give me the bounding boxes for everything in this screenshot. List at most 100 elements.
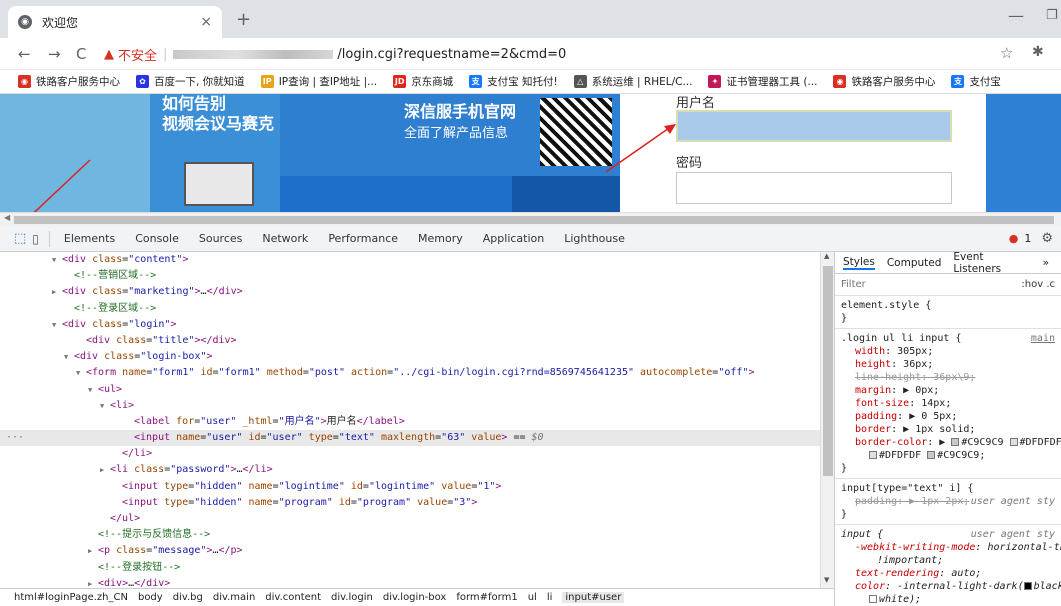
expand-arrow-icon[interactable]: ▶ — [88, 576, 98, 588]
bookmark-label: 京东商城 — [411, 76, 454, 88]
error-count[interactable]: 1 — [1024, 232, 1031, 245]
dom-node[interactable]: ▼ <ul> — [0, 382, 820, 398]
dom-node[interactable]: </ul> — [0, 511, 820, 527]
back-icon[interactable]: ← — [18, 44, 31, 64]
dom-node[interactable]: ▶ <div class="marketing">…</div> — [0, 284, 820, 300]
breadcrumb-item[interactable]: div.main — [213, 592, 255, 603]
scroll-up-icon[interactable]: ▲ — [824, 252, 829, 260]
breadcrumb-item[interactable]: ul — [528, 592, 537, 603]
new-tab-button[interactable]: + — [236, 10, 251, 30]
dom-node[interactable]: </li> — [0, 446, 820, 462]
page-horizontal-scrollbar[interactable]: ◀ — [0, 212, 1061, 226]
bookmark-item[interactable]: ✿ 百度一下, 你就知道 — [136, 74, 245, 89]
expand-arrow-icon[interactable]: ▼ — [100, 398, 110, 414]
devtools-tab-network[interactable]: Network — [262, 232, 308, 245]
error-icon[interactable]: ● — [1009, 232, 1019, 245]
hov-toggle[interactable]: :hov .c — [1021, 279, 1055, 290]
styles-tab[interactable]: Event Listeners — [953, 252, 1030, 275]
expand-arrow-icon[interactable]: ▼ — [52, 317, 62, 333]
input-type-text-rule[interactable]: input[type="text" i] {user agent sty pad… — [835, 479, 1061, 525]
dom-node[interactable]: ▼ <div class="content"> — [0, 252, 820, 268]
dom-node[interactable]: ▼ <form name="form1" id="form1" method="p… — [0, 365, 820, 381]
dom-node[interactable]: ▼ <div class="login-box"> — [0, 349, 820, 365]
breadcrumb-item[interactable]: html#loginPage.zh_CN — [14, 592, 128, 603]
address-bar[interactable]: ▲ 不安全 | /login.cgi?requestname=2&cmd=0 — [98, 41, 1008, 67]
reload-icon[interactable]: C — [76, 44, 86, 64]
devtools-tab-lighthouse[interactable]: Lighthouse — [564, 232, 625, 245]
dom-node[interactable]: <label for="user" _html="用户名">用户名</label… — [0, 414, 820, 430]
styles-tab[interactable]: Computed — [887, 257, 942, 269]
minimize-icon[interactable]: — — [1008, 6, 1024, 25]
input-ua-rule[interactable]: input {user agent sty -webkit-writing-mo… — [835, 525, 1061, 606]
dom-node[interactable]: ▼ <li> — [0, 398, 820, 414]
forward-icon[interactable]: → — [48, 44, 61, 64]
bookmark-item[interactable]: IP IP查询 | 查IP地址 |... — [260, 74, 378, 89]
bookmark-item[interactable]: 支支付宝 知托付! — [469, 74, 558, 89]
scroll-left-icon[interactable]: ◀ — [4, 213, 10, 222]
rule1-source-link[interactable]: main — [1031, 332, 1055, 345]
devtools-tab-sources[interactable]: Sources — [199, 232, 243, 245]
dom-node[interactable]: ▶ <div>…</div> — [0, 576, 820, 588]
expand-arrow-icon[interactable]: ▶ — [100, 462, 110, 478]
bookmark-item[interactable]: ◉ 铁路客户服务中心 — [833, 74, 935, 89]
dom-node[interactable]: <input type="hidden" name="logintime" id… — [0, 479, 820, 495]
breadcrumb-item[interactable]: form#form1 — [456, 592, 517, 603]
dom-node[interactable]: ▼ <div class="login"> — [0, 317, 820, 333]
devtools-tab-performance[interactable]: Performance — [328, 232, 398, 245]
breadcrumb-item[interactable]: body — [138, 592, 163, 603]
breadcrumb-item[interactable]: li — [547, 592, 553, 603]
close-tab-icon[interactable]: × — [200, 14, 212, 30]
bookmark-item[interactable]: ✦ 证书管理器工具 (... — [708, 74, 817, 89]
bookmark-item[interactable]: △ 系统运维 | RHEL/C... — [573, 74, 692, 89]
expand-arrow-icon[interactable]: ▶ — [88, 543, 98, 559]
inspect-element-icon[interactable]: ⬚ — [14, 231, 26, 246]
bookmark-item[interactable]: JD 京东商城 — [393, 74, 453, 89]
dom-node-selected[interactable]: ··· <input name="user" id="user" type="te… — [0, 430, 820, 447]
settings-gear-icon[interactable]: ⚙ — [1041, 231, 1053, 246]
styles-filter-row[interactable]: Filter :hov .c — [835, 274, 1061, 296]
element-style-rule[interactable]: element.style { } — [835, 296, 1061, 329]
breadcrumb-item[interactable]: input#user — [562, 592, 625, 603]
expand-arrow-icon[interactable]: ▶ — [52, 284, 62, 300]
bookmark-label: IP查询 | 查IP地址 |... — [278, 76, 378, 88]
breadcrumb-item[interactable]: div.content — [265, 592, 321, 603]
browser-tab[interactable]: ◉ 欢迎您 × — [8, 6, 222, 38]
styles-tab[interactable]: » — [1043, 257, 1049, 269]
devtools-tab-application[interactable]: Application — [483, 232, 544, 245]
dom-node[interactable]: <input type="hidden" name="program" id="… — [0, 495, 820, 511]
expand-arrow-icon[interactable]: ▼ — [76, 365, 86, 381]
styles-filter-input[interactable]: Filter — [841, 279, 866, 290]
dom-node[interactable]: ▶ <p class="message">…</p> — [0, 543, 820, 559]
bookmark-star-icon[interactable]: ☆ — [1000, 44, 1013, 62]
more-options-icon[interactable]: ··· — [6, 430, 24, 446]
expand-arrow-icon[interactable]: ▼ — [64, 349, 74, 365]
dom-node-markup: <div class="title"></div> — [86, 334, 237, 346]
maximize-icon[interactable]: ❐ — [1046, 8, 1058, 23]
breadcrumb-item[interactable]: div.login — [331, 592, 373, 603]
device-toolbar-icon[interactable]: ▯ — [32, 232, 39, 246]
breadcrumb-item[interactable]: div.login-box — [383, 592, 447, 603]
insecure-label[interactable]: 不安全 — [118, 45, 157, 64]
login-input-rule[interactable]: .login ul li input {main width: 305px; h… — [835, 329, 1061, 479]
extensions-icon[interactable]: ✱ — [1032, 44, 1044, 60]
dom-node[interactable]: <!--营销区域--> — [0, 268, 820, 284]
devtools-tab-memory[interactable]: Memory — [418, 232, 463, 245]
styles-tab[interactable]: Styles — [843, 256, 875, 270]
scrollbar-thumb[interactable] — [14, 216, 1054, 224]
scroll-down-icon[interactable]: ▼ — [824, 576, 829, 584]
dom-node[interactable]: <!--提示与反馈信息--> — [0, 527, 820, 543]
dom-node[interactable]: ▶ <li class="password">…</li> — [0, 462, 820, 478]
dom-node[interactable]: <div class="title"></div> — [0, 333, 820, 349]
dom-node-markup: <div class="login-box"> — [74, 351, 213, 363]
dom-node[interactable]: <!--登录按钮--> — [0, 560, 820, 576]
devtools-tab-console[interactable]: Console — [135, 232, 179, 245]
bookmark-item[interactable]: ◉ 铁路客户服务中心 — [18, 74, 120, 89]
elements-scroll-thumb[interactable] — [823, 266, 833, 476]
dom-node[interactable]: <!--登录区域--> — [0, 301, 820, 317]
breadcrumb-item[interactable]: div.bg — [173, 592, 203, 603]
expand-arrow-icon[interactable]: ▼ — [88, 382, 98, 398]
devtools-tab-elements[interactable]: Elements — [64, 232, 115, 245]
expand-arrow-icon[interactable]: ▼ — [52, 252, 62, 268]
elements-vertical-scrollbar[interactable]: ▲ ▼ — [820, 252, 834, 588]
bookmark-item[interactable]: 支支付宝 — [951, 74, 1001, 89]
